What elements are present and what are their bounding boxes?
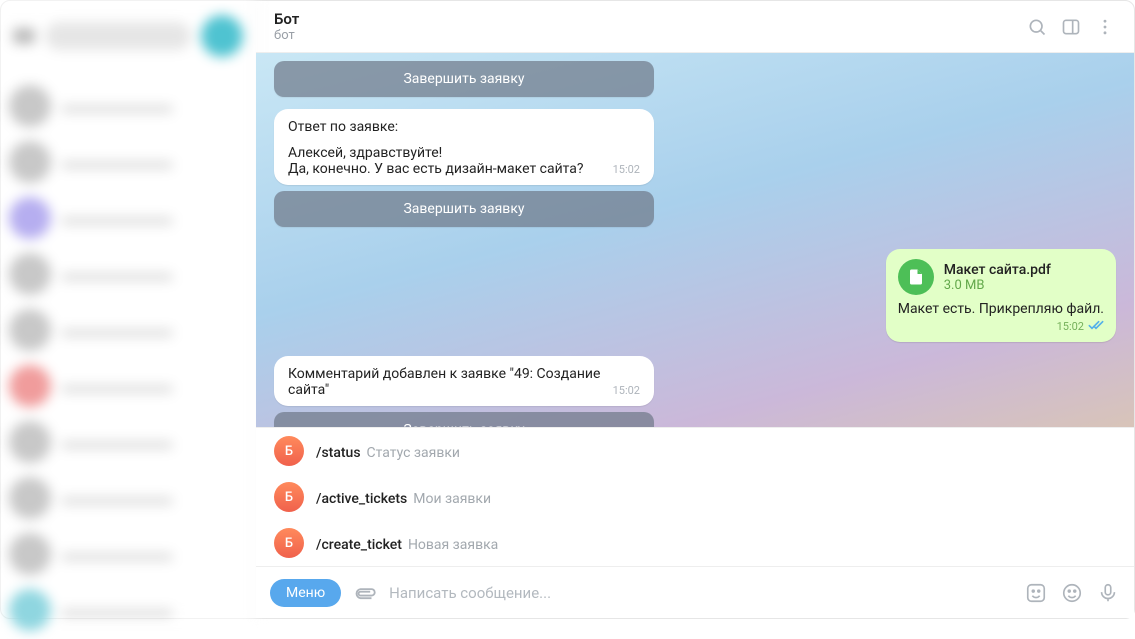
command-description: Статус заявки [367,445,460,461]
command-name: /status [316,445,361,461]
message-time: 15:02 [605,384,640,397]
file-size: 3.0 MB [944,278,1051,293]
inline-button-complete[interactable]: Завершить заявку [274,61,654,97]
side-panel-icon[interactable] [1060,16,1082,38]
message-incoming[interactable]: Комментарий добавлен к заявке "49: Созда… [274,356,654,406]
file-icon [898,259,934,295]
message-text: Макет есть. Прикрепляю файл. [898,301,1104,317]
chat-list-sidebar [1,1,256,618]
more-icon[interactable] [1094,16,1116,38]
command-name: /active_tickets [316,491,407,507]
command-description: Мои заявки [413,491,491,507]
message-incoming[interactable]: Ответ по заявке: Алексей, здравствуйте! … [274,109,654,185]
message-text: Да, конечно. У вас есть дизайн-макет сай… [288,161,584,177]
message-time: 15:02 [1057,320,1084,333]
bot-avatar: Б [274,436,304,466]
attach-icon[interactable] [348,576,382,610]
bot-avatar: Б [274,482,304,512]
chat-subtitle: бот [274,28,1014,44]
messages-area[interactable]: Завершить заявку Ответ по заявке: Алексе… [256,53,1134,566]
chat-header: Бот бот [256,1,1134,53]
read-ticks-icon [1088,317,1104,336]
bot-command-item[interactable]: Б /status Статус заявки [256,428,1134,474]
message-input-bar: Меню [256,566,1134,618]
message-text: Ответ по заявке: [288,119,640,135]
sticker-icon[interactable] [1024,581,1048,605]
file-attachment[interactable]: Макет сайта.pdf 3.0 MB [898,259,1104,295]
chat-main: Бот бот Завершить заявку Ответ по заявке… [256,1,1134,618]
menu-button[interactable]: Меню [270,579,341,607]
microphone-icon[interactable] [1096,581,1120,605]
file-name: Макет сайта.pdf [944,262,1051,278]
search-icon[interactable] [1026,16,1048,38]
chat-title-block[interactable]: Бот бот [274,10,1014,44]
inline-button-complete[interactable]: Завершить заявку [274,191,654,227]
message-text: Комментарий добавлен к заявке "49: Созда… [288,366,600,398]
bot-commands-panel: Б /status Статус заявки Б /active_tickets… [256,427,1134,566]
command-description: Новая заявка [408,537,498,553]
message-input[interactable] [389,584,1012,602]
emoji-icon[interactable] [1060,581,1084,605]
bot-avatar: Б [274,528,304,558]
chat-title: Бот [274,10,1014,28]
message-outgoing[interactable]: Макет сайта.pdf 3.0 MB Макет есть. Прикр… [886,249,1116,342]
message-text: Алексей, здравствуйте! [288,145,640,161]
message-time: 15:02 [605,163,640,176]
command-name: /create_ticket [316,537,402,553]
bot-command-item[interactable]: Б /create_ticket Новая заявка [256,520,1134,566]
bot-command-item[interactable]: Б /active_tickets Мои заявки [256,474,1134,520]
